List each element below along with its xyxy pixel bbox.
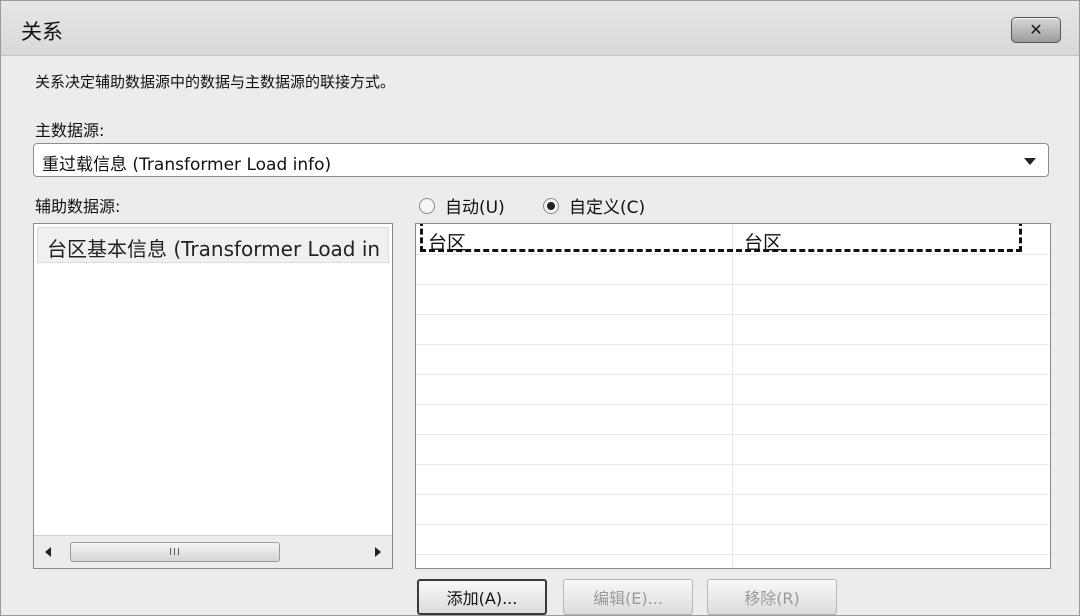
close-button[interactable]: ✕ [1011,17,1061,43]
grid-line [416,344,1050,345]
radio-custom-label: 自定义(C) [569,198,646,218]
close-icon: ✕ [1029,20,1043,39]
secondary-source-label: 辅助数据源: [35,197,121,216]
remove-button[interactable]: 移除(R) [707,579,837,615]
arrow-left-icon [45,547,51,557]
relationships-dialog: 关系 ✕ 关系决定辅助数据源中的数据与主数据源的联接方式。 主数据源: 重过载信… [0,0,1080,616]
list-item[interactable]: 台区基本信息 (Transformer Load in [37,227,389,263]
add-button[interactable]: 添加(A)... [417,579,547,615]
dialog-title: 关系 [21,20,63,44]
grid-line [416,254,1050,255]
primary-source-value: 重过载信息 (Transformer Load info) [42,155,332,175]
grid-line [416,404,1050,405]
secondary-source-list: 台区基本信息 (Transformer Load in III [33,223,393,569]
grid-line [416,374,1050,375]
radio-auto[interactable]: 自动(U) [419,193,505,218]
description-text: 关系决定辅助数据源中的数据与主数据源的联接方式。 [35,73,396,91]
grid-line [416,464,1050,465]
edit-button[interactable]: 编辑(E)... [563,579,693,615]
grip-icon: III [169,546,181,558]
scrollbar-thumb[interactable]: III [70,542,280,562]
scroll-left-button[interactable] [38,544,58,560]
grid-line [416,494,1050,495]
list-item-label: 台区基本信息 (Transformer Load in [47,237,381,261]
radio-custom-circle[interactable] [543,197,559,214]
scroll-right-button[interactable] [368,544,388,560]
title-bar: 关系 ✕ [1,1,1079,56]
field-mapping-grid: 台区 台区 [415,223,1051,569]
primary-source-label: 主数据源: [35,121,105,140]
radio-custom[interactable]: 自定义(C) [543,193,645,218]
radio-auto-label: 自动(U) [445,198,505,218]
grid-line [416,284,1050,285]
grid-line [416,314,1050,315]
arrow-right-icon [375,547,381,557]
grid-line [416,554,1050,555]
grid-line [416,524,1050,525]
primary-source-select[interactable]: 重过载信息 (Transformer Load info) [33,143,1049,177]
column-divider [732,224,733,568]
radio-auto-circle[interactable] [419,197,435,214]
chevron-down-icon[interactable] [1024,158,1036,165]
grid-line [416,434,1050,435]
horizontal-scrollbar[interactable]: III [34,535,392,568]
selection-highlight [420,224,1022,252]
